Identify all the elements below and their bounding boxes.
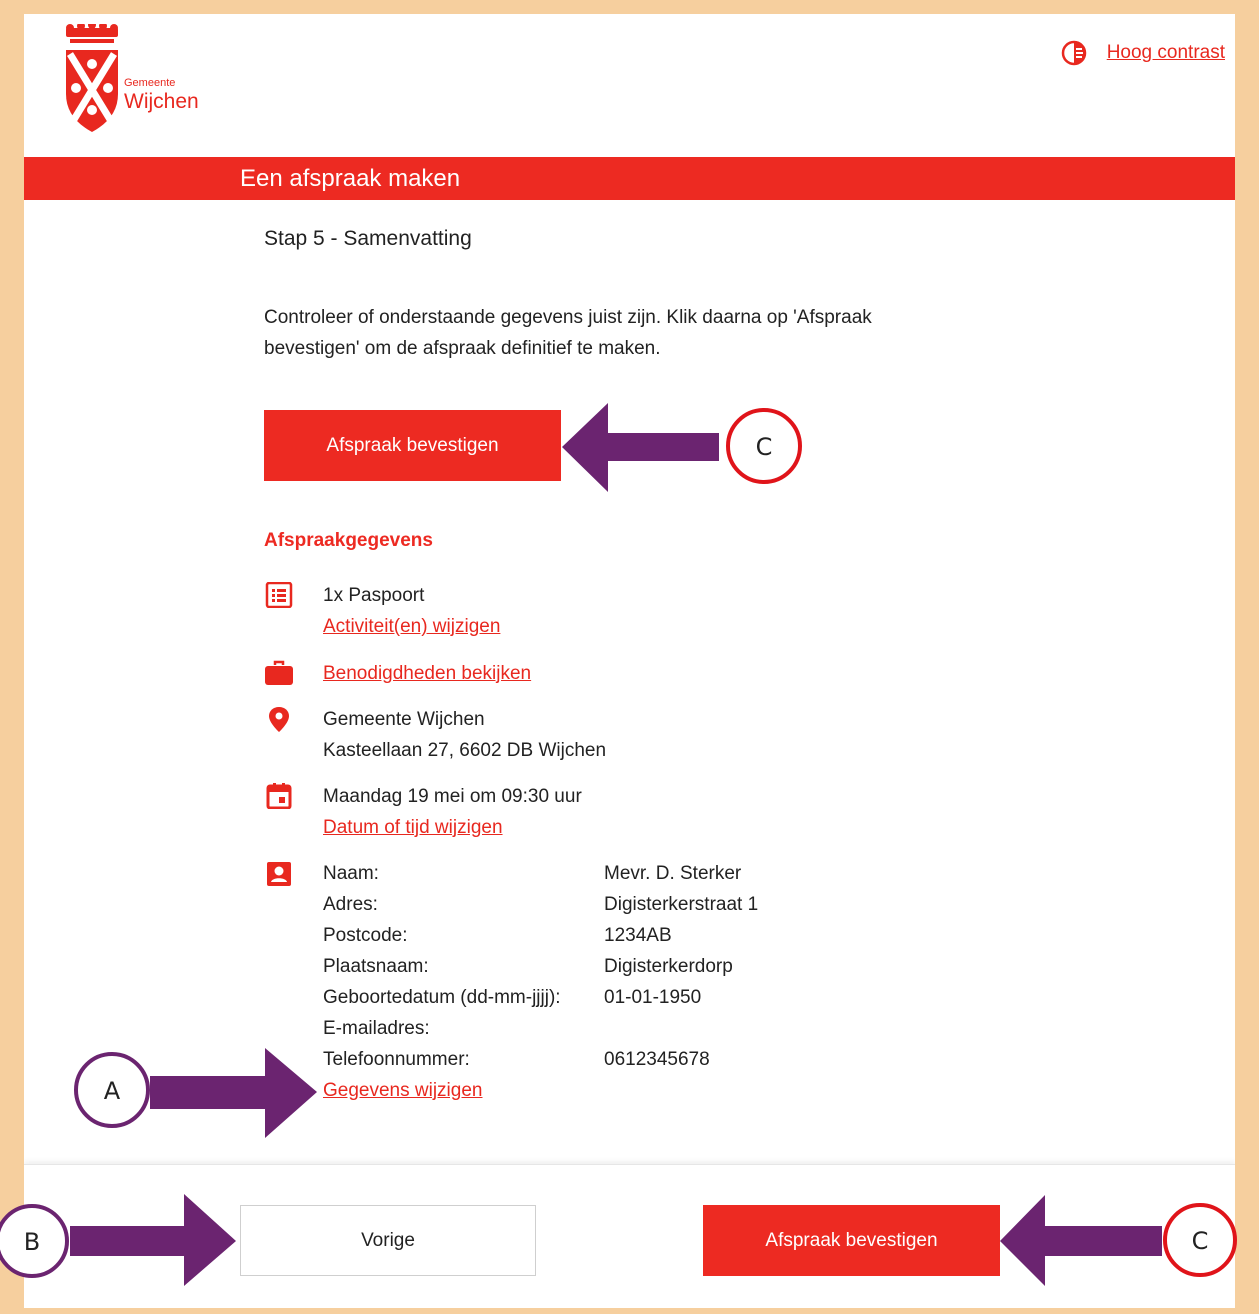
- intro-text: Controleer of onderstaande gegevens juis…: [264, 307, 872, 359]
- detail-row-city: Plaatsnaam: Digisterkerdorp: [323, 951, 733, 982]
- detail-label: Naam:: [323, 863, 379, 884]
- detail-value: Digisterkerdorp: [604, 956, 733, 977]
- page-frame: Gemeente Wijchen Hoog contrast Een afspr…: [24, 14, 1235, 1308]
- detail-value: 01-01-1950: [604, 987, 702, 1008]
- detail-label: Postcode:: [323, 925, 408, 946]
- personal-details: Naam: Mevr. D. Sterker Adres: Digisterkers…: [323, 858, 758, 1106]
- location-name: Gemeente Wijchen: [323, 709, 485, 730]
- page-banner: Een afspraak maken: [24, 157, 1235, 200]
- detail-row-phone: Telefoonnummer: 0612345678: [323, 1044, 710, 1075]
- footer-bar: [24, 1164, 1235, 1308]
- contrast-icon: [1061, 40, 1086, 66]
- person-icon: [267, 862, 291, 886]
- confirm-appointment-button-bottom[interactable]: Afspraak bevestigen: [703, 1205, 1000, 1276]
- detail-label: Geboortedatum (dd-mm-jjjj):: [323, 987, 561, 1008]
- high-contrast-link[interactable]: Hoog contrast: [1107, 42, 1225, 64]
- high-contrast-toggle[interactable]: Hoog contrast: [1061, 40, 1225, 66]
- details-heading: Afspraakgegevens: [264, 530, 433, 551]
- previous-button[interactable]: Vorige: [240, 1205, 536, 1276]
- detail-row-address: Adres: Digisterkerstraat 1: [323, 889, 758, 920]
- confirm-appointment-button-top[interactable]: Afspraak bevestigen: [264, 410, 561, 481]
- location-address: Kasteellaan 27, 6602 DB Wijchen: [323, 740, 607, 761]
- detail-value: 1234AB: [604, 925, 672, 946]
- detail-row-email: E-mailadres:: [323, 1013, 482, 1044]
- detail-label: Plaatsnaam:: [323, 956, 429, 977]
- change-activity-link[interactable]: Activiteit(en) wijzigen: [323, 616, 500, 637]
- detail-row-birthdate: Geboortedatum (dd-mm-jjjj): 01-01-1950: [323, 982, 701, 1013]
- logo-line2: Wijchen: [124, 90, 199, 113]
- detail-label: E-mailadres:: [323, 1018, 430, 1039]
- change-datetime-link[interactable]: Datum of tijd wijzigen: [323, 817, 503, 838]
- detail-value: 0612345678: [604, 1049, 710, 1070]
- page-title: Een afspraak maken: [240, 165, 461, 192]
- detail-row-name: Naam: Mevr. D. Sterker: [323, 858, 741, 889]
- detail-value: Mevr. D. Sterker: [604, 863, 742, 884]
- logo-line1: Gemeente: [124, 77, 175, 89]
- activity-text: 1x Paspoort: [323, 585, 425, 606]
- detail-label: Adres:: [323, 894, 378, 915]
- detail-row-postcode: Postcode: 1234AB: [323, 920, 672, 951]
- change-details-link[interactable]: Gegevens wijzigen: [323, 1080, 482, 1101]
- calendar-icon: [266, 783, 292, 809]
- briefcase-icon: [265, 660, 293, 685]
- datetime-text: Maandag 19 mei om 09:30 uur: [323, 786, 582, 807]
- list-icon: [265, 582, 293, 608]
- location-pin-icon: [269, 707, 289, 732]
- step-title: Stap 5 - Samenvatting: [264, 227, 472, 250]
- detail-label: Telefoonnummer:: [323, 1049, 470, 1070]
- detail-value: Digisterkerstraat 1: [604, 894, 759, 915]
- view-requirements-link[interactable]: Benodigdheden bekijken: [323, 663, 531, 684]
- wijchen-logo[interactable]: Gemeente Wijchen: [62, 24, 202, 139]
